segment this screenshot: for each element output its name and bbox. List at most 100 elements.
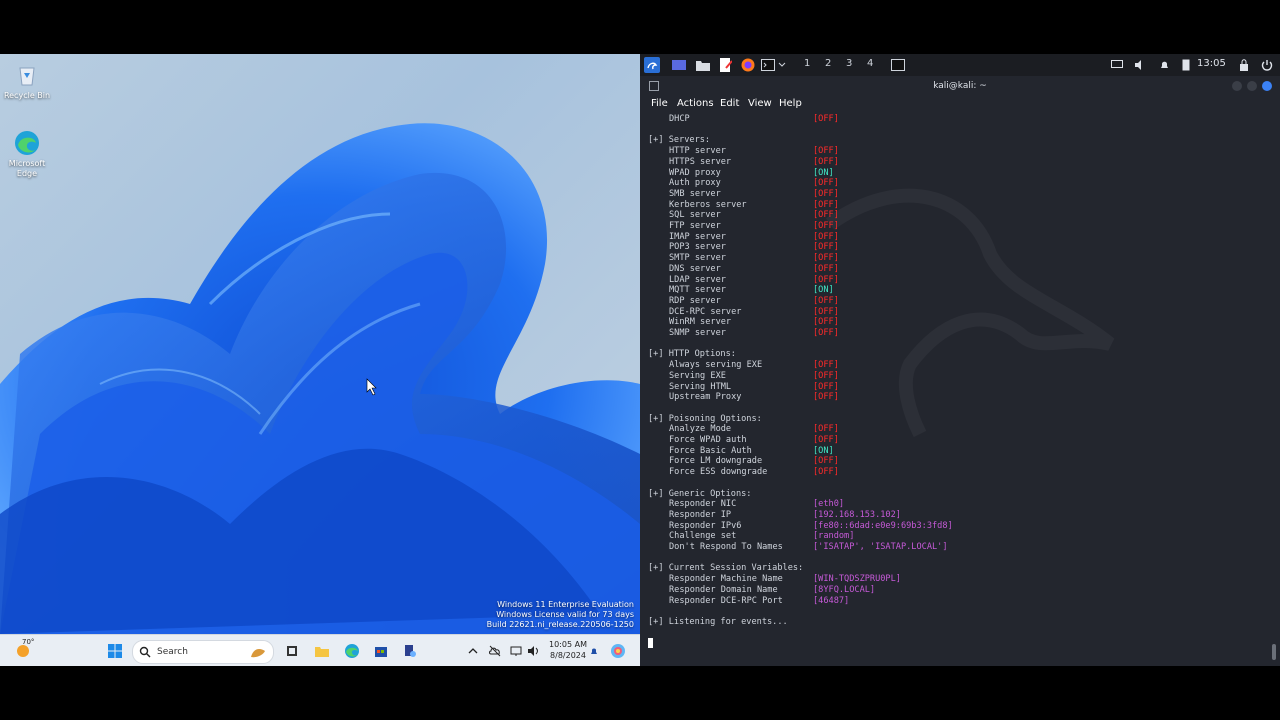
option-state: [OFF] bbox=[813, 221, 839, 231]
network-button[interactable] bbox=[509, 640, 523, 662]
minimize-button[interactable] bbox=[1232, 81, 1242, 91]
volume-button[interactable] bbox=[1132, 57, 1148, 73]
option-state: [fe80::6dad:e0e9:69b3:3fd8] bbox=[813, 520, 953, 531]
menu-help[interactable]: Help bbox=[779, 98, 802, 109]
notification-button[interactable] bbox=[588, 640, 600, 662]
show-desktop-button[interactable] bbox=[671, 57, 687, 73]
option-name: Serving EXE bbox=[669, 370, 726, 381]
option-name: Auth proxy bbox=[669, 178, 721, 189]
letterbox-top bbox=[0, 0, 1280, 54]
option-name: Upstream Proxy bbox=[669, 392, 742, 403]
option-name: WinRM server bbox=[669, 317, 732, 328]
onedrive-button[interactable] bbox=[488, 640, 502, 662]
option-name: FTP server bbox=[669, 221, 721, 231]
volume-button[interactable] bbox=[526, 640, 540, 662]
display-button[interactable] bbox=[1109, 57, 1125, 73]
option-name: SNMP server bbox=[669, 328, 726, 338]
maximize-button[interactable] bbox=[1247, 81, 1257, 91]
windows-logo-icon bbox=[108, 644, 122, 658]
text-editor-button[interactable] bbox=[718, 57, 734, 73]
option-state: [random] bbox=[813, 531, 855, 542]
taskbar-clock[interactable]: 10:05 AM 8/8/2024 bbox=[548, 639, 588, 661]
app-icon bbox=[405, 645, 416, 657]
option-name: WPAD proxy bbox=[669, 167, 721, 178]
menu-file[interactable]: File bbox=[651, 98, 668, 109]
option-state: ['ISATAP', 'ISATAP.LOCAL'] bbox=[813, 542, 948, 552]
taskbar-terminal-window[interactable] bbox=[890, 57, 906, 73]
option-state: [OFF] bbox=[813, 178, 839, 189]
lock-icon bbox=[1240, 59, 1248, 71]
workspace-2[interactable]: 2 bbox=[825, 58, 831, 69]
show-hidden-icons-button[interactable] bbox=[466, 640, 480, 662]
option-state: [OFF] bbox=[813, 392, 839, 403]
terminal-output[interactable]: DHCP [OFF] [+] Servers: HTTP server [OFF] HTT… bbox=[648, 114, 1268, 664]
desktop-icon-recycle-bin[interactable]: Recycle Bin bbox=[2, 62, 52, 101]
desktop-icon-edge[interactable]: Microsoft Edge bbox=[2, 130, 52, 179]
taskbar-search[interactable]: Search bbox=[132, 640, 274, 664]
firefox-button[interactable] bbox=[740, 57, 756, 73]
battery-button[interactable] bbox=[1178, 57, 1194, 73]
power-button[interactable] bbox=[1259, 57, 1275, 73]
desktop-icon-label: Recycle Bin bbox=[3, 91, 51, 100]
terminal-button[interactable] bbox=[760, 57, 776, 73]
task-view-button[interactable] bbox=[282, 640, 302, 662]
edge-taskbar-button[interactable] bbox=[342, 640, 362, 662]
file-explorer-button[interactable] bbox=[312, 640, 332, 662]
chevron-up-icon bbox=[468, 648, 478, 654]
terminal-icon bbox=[761, 59, 775, 71]
copilot-button[interactable] bbox=[607, 640, 629, 662]
option-state: [OFF] bbox=[813, 263, 839, 274]
option-name: DNS server bbox=[669, 263, 721, 274]
lock-screen-button[interactable] bbox=[1236, 57, 1252, 73]
workspace-1[interactable]: 1 bbox=[804, 58, 810, 69]
menu-actions[interactable]: Actions bbox=[677, 98, 714, 109]
terminal-scrollbar[interactable] bbox=[1272, 644, 1276, 660]
terminal-titlebar: kali@kali: ~ bbox=[640, 76, 1280, 96]
menu-view[interactable]: View bbox=[748, 98, 772, 109]
option-name: Responder IPv6 bbox=[669, 520, 742, 531]
option-state: [ON] bbox=[813, 167, 834, 178]
option-name: SQL server bbox=[669, 210, 721, 221]
section-heading: [+] Generic Options: bbox=[648, 488, 752, 499]
section-heading: [+] Servers: bbox=[648, 135, 711, 146]
workspace-3[interactable]: 3 bbox=[846, 58, 852, 69]
kali-top-panel: 1 2 3 4 13:05 bbox=[640, 54, 1280, 76]
option-name: Force WPAD auth bbox=[669, 435, 747, 445]
chevron-down-icon bbox=[778, 62, 786, 67]
option-name: Kerberos server bbox=[669, 199, 747, 210]
option-name: SMTP server bbox=[669, 253, 726, 264]
start-button[interactable] bbox=[104, 640, 126, 662]
option-state: [OFF] bbox=[813, 210, 839, 221]
option-name: HTTP server bbox=[669, 146, 726, 157]
option-state: [OFF] bbox=[813, 381, 839, 392]
desktop-icon-label: Microsoft Edge bbox=[8, 159, 46, 178]
app-taskbar-button[interactable] bbox=[400, 640, 420, 662]
option-name: RDP server bbox=[669, 295, 721, 306]
bell-icon bbox=[591, 648, 597, 654]
bell-icon bbox=[1160, 61, 1168, 68]
kali-menu-button[interactable] bbox=[644, 57, 660, 73]
store-button[interactable] bbox=[371, 640, 391, 662]
search-icon bbox=[139, 646, 151, 658]
option-name: Analyze Mode bbox=[669, 424, 732, 435]
terminal-dropdown[interactable] bbox=[776, 57, 788, 73]
file-manager-button[interactable] bbox=[695, 57, 711, 73]
clock-date: 8/8/2024 bbox=[550, 651, 586, 660]
option-state: [OFF] bbox=[813, 188, 839, 199]
option-name: HTTPS server bbox=[669, 156, 732, 167]
close-button[interactable] bbox=[1262, 81, 1272, 91]
terminal-cursor bbox=[648, 638, 653, 649]
option-name: Force Basic Auth bbox=[669, 445, 752, 456]
option-state: [OFF] bbox=[813, 306, 839, 317]
option-state: [192.168.153.102] bbox=[813, 509, 901, 520]
desktop-icon bbox=[672, 60, 686, 70]
terminal-icon bbox=[891, 59, 905, 71]
section-heading: [+] Current Session Variables: bbox=[648, 563, 804, 574]
menu-edit[interactable]: Edit bbox=[720, 98, 739, 109]
windows-desktop: Recycle Bin Microsoft Edge Windows 11 En… bbox=[0, 54, 640, 666]
watermark-line: Windows License valid for 73 days bbox=[496, 610, 634, 619]
kali-clock[interactable]: 13:05 bbox=[1197, 58, 1226, 69]
option-name: SMB server bbox=[669, 188, 721, 199]
workspace-4[interactable]: 4 bbox=[867, 58, 873, 69]
notifications-button[interactable] bbox=[1156, 57, 1172, 73]
